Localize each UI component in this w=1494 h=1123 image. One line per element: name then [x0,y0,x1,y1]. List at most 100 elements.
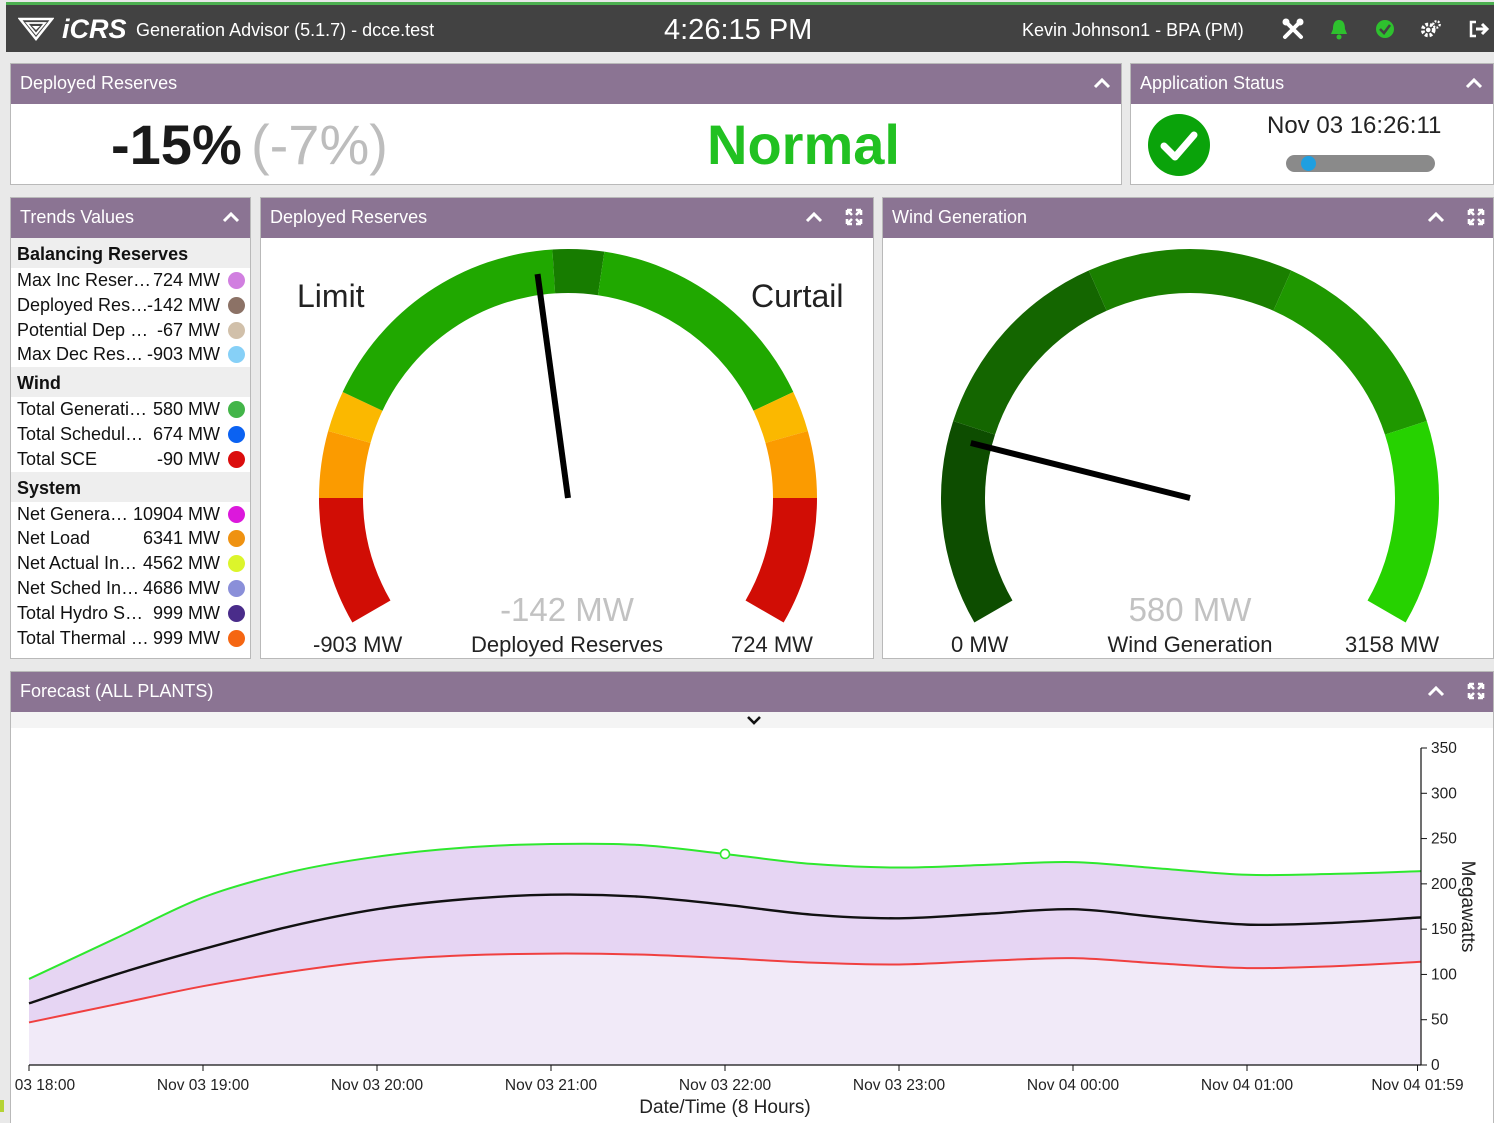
panel-title: Deployed Reserves [20,73,178,93]
logout-icon[interactable] [1468,18,1490,40]
trend-label: Deployed Res… [17,294,149,315]
user-name[interactable]: Kevin Johnson1 - BPA (PM) [1022,20,1244,41]
trend-row[interactable]: Net Load 6341 MW [11,526,250,551]
trend-row[interactable]: Total Schedul… 674 MW [11,422,250,447]
gauge-left-label: Limit [297,278,365,314]
collapse-icon[interactable] [803,206,825,228]
expand-icon[interactable] [1465,206,1487,228]
x-tick-label: Nov 03 20:00 [331,1077,424,1094]
trend-value: 674 MW [152,423,220,444]
trend-row[interactable]: Net Actual In… 4562 MW [11,551,250,576]
trend-row[interactable]: Potential Dep … -67 MW [11,318,250,343]
trend-label: Net Actual In… [17,553,138,574]
panel-header: Deployed Reserves [261,198,873,238]
x-tick-label: Nov 03 23:00 [853,1077,946,1094]
trend-color-dot[interactable] [228,505,245,523]
y-tick-label: 200 [1431,876,1457,893]
expand-icon[interactable] [843,206,865,228]
page-edge-marker [0,1100,4,1112]
panel-title: Trends Values [20,207,135,227]
trend-label: Max Inc Reser… [17,270,152,290]
x-tick-label: Nov 03 21:00 [505,1077,598,1094]
expand-icon[interactable] [1465,680,1487,702]
panel-title: Deployed Reserves [270,207,428,227]
forecast-chart: Nov 03 18:00 Nov 03 19:00 Nov 03 20:00 Nov … [11,740,1478,1118]
trend-row[interactable]: Total Thermal … 999 MW [11,626,250,651]
panel-header: Deployed Reserves [11,64,1121,104]
trend-row[interactable]: Total Hydro S… 999 MW [11,601,250,626]
trend-label: Net Load [17,528,91,549]
forecast-panel: Forecast (ALL PLANTS) Nov 03 18:00Nov 03… [10,671,1494,1123]
trend-color-dot[interactable] [228,321,245,339]
y-tick-label: 100 [1431,966,1457,983]
trend-color-dot[interactable] [228,629,245,647]
panel-title: Forecast (ALL PLANTS) [20,681,214,701]
trend-row[interactable]: Max Inc Reser… 724 MW [11,268,250,293]
gauge-needle [534,273,571,499]
trend-value: 4562 MW [142,553,220,574]
bell-icon[interactable] [1328,18,1350,40]
trend-color-dot[interactable] [228,579,245,597]
trend-row[interactable]: Total Generati… 580 MW [11,397,250,422]
trend-label: Net Genera… [17,503,129,524]
panel-header: Trends Values [11,198,250,238]
trend-color-dot[interactable] [228,346,245,364]
trend-color-dot[interactable] [228,272,245,289]
trend-row[interactable]: Net Sched In… 4686 MW [11,576,250,601]
reserve-status: Normal [707,113,900,176]
gauge-band [953,270,1107,435]
trend-label: Total Schedul… [17,423,144,444]
collapse-icon[interactable] [220,206,242,228]
collapse-icon[interactable] [1425,680,1447,702]
check-circle-icon [1148,114,1210,176]
y-tick-label: 350 [1431,740,1457,757]
chevron-down-icon[interactable] [744,712,764,728]
gauge-band [765,431,817,498]
trend-value: -142 MW [146,294,220,315]
trend-row[interactable]: Net Genera… 10904 MW [11,502,250,527]
gauge-band [745,498,817,623]
collapse-icon[interactable] [1425,206,1447,228]
y-tick-label: 50 [1431,1012,1449,1029]
gauge-caption: Deployed Reserves [471,632,663,657]
panel-header: Application Status [1131,64,1493,104]
trends-list: Balancing Reserves Max Inc Reser… 724 MW De… [11,238,250,658]
panel-header: Forecast (ALL PLANTS) [11,672,1493,712]
trend-color-dot[interactable] [228,530,245,548]
panel-title: Application Status [1140,73,1285,93]
gauge-band [1273,270,1427,435]
gauge-band [552,249,605,296]
gauge-value: -142 MW [500,591,634,628]
tools-icon[interactable] [1282,18,1304,40]
y-tick-label: 0 [1431,1057,1440,1074]
y-tick-label: 250 [1431,831,1457,848]
gauge-right-label: Curtail [751,278,844,314]
collapse-icon[interactable] [1091,72,1113,94]
trend-value: -903 MW [146,344,220,365]
bpa-logo-icon [18,17,54,42]
gauge-max-label: 3158 MW [1345,632,1440,657]
gauge-value: 580 MW [1128,591,1252,628]
trend-row[interactable]: Total SCE -90 MW [11,447,250,472]
trend-value: -67 MW [157,319,220,340]
x-tick-label: Nov 04 00:00 [1027,1077,1120,1094]
panel-header: Wind Generation [883,198,1493,238]
hover-marker[interactable] [719,848,731,860]
settings-gears-icon[interactable] [1420,18,1442,40]
trend-color-dot[interactable] [228,401,245,419]
deployed-reserves-gauge-panel: Deployed Reserves Limit Curtail -142 MW … [260,197,874,659]
status-progress-bar [1286,155,1435,172]
trend-color-dot[interactable] [228,296,245,314]
trend-value: 999 MW [152,602,220,623]
status-timestamp: Nov 03 16:26:11 [1267,112,1442,139]
status-ok-icon[interactable] [1374,18,1396,40]
collapse-icon[interactable] [1463,72,1485,94]
trend-color-dot[interactable] [228,555,245,573]
trend-color-dot[interactable] [228,450,245,468]
trend-row[interactable]: Deployed Res… -142 MW [11,293,250,318]
trend-color-dot[interactable] [228,425,245,443]
trend-value: 580 MW [152,399,220,420]
trend-row[interactable]: Max Dec Res… -903 MW [11,342,250,367]
x-tick-label: Nov 03 19:00 [157,1077,250,1094]
trend-color-dot[interactable] [228,604,245,622]
